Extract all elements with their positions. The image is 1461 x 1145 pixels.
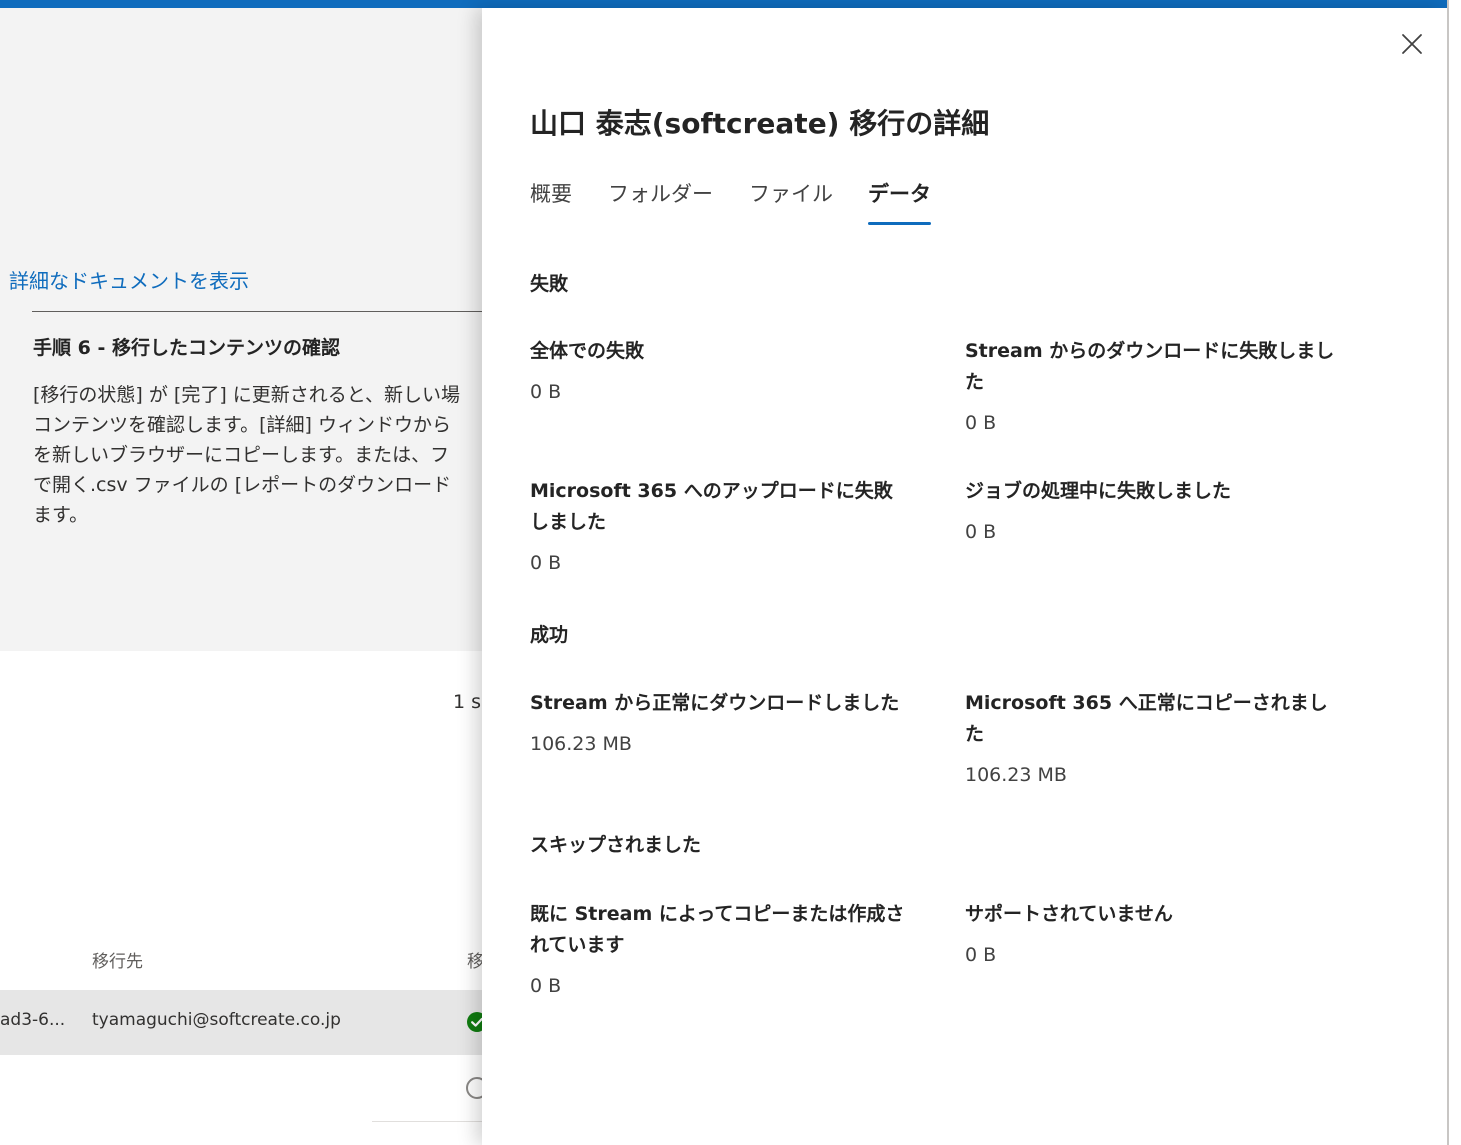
active-tab-indicator (868, 222, 931, 225)
background-page: 詳細なドキュメントを表示 手順 6 - 移行したコンテンツの確認 [移行の状態]… (0, 8, 482, 1145)
column-header-destination[interactable]: 移行先 (92, 947, 143, 972)
divider (32, 311, 482, 312)
metric-job-processing-failed: ジョブの処理中に失敗しました 0 B (965, 476, 1345, 544)
metric-stream-download-failed: Stream からのダウンロードに失敗しました 0 B (965, 336, 1345, 435)
instructions-area (0, 8, 482, 651)
table-row[interactable]: ad3-6... tyamaguchi@softcreate.co.jp (0, 990, 482, 1055)
step-description-line: で開く.csv ファイルの [レポートのダウンロード (33, 474, 452, 496)
metric-value: 106.23 MB (965, 764, 1067, 786)
divider (372, 1121, 482, 1122)
tab-folders[interactable]: フォルダー (608, 178, 713, 208)
section-heading-skipped: スキップされました (530, 834, 702, 856)
metric-already-copied: 既に Stream によってコピーまたは作成されています 0 B (530, 899, 910, 998)
metric-label: 全体での失敗 (530, 340, 645, 362)
metric-value: 0 B (530, 552, 562, 574)
step-description-line: を新しいブラウザーにコピーします。または、フ (33, 444, 450, 466)
step-description-line: ます。 (33, 504, 89, 526)
close-icon[interactable] (1400, 32, 1424, 56)
metric-value: 0 B (965, 944, 997, 966)
metric-label: Stream から正常にダウンロードしました (530, 692, 900, 714)
selection-count: 1 se (453, 691, 482, 713)
step-title: 手順 6 - 移行したコンテンツの確認 (33, 337, 340, 359)
tab-overview[interactable]: 概要 (530, 178, 572, 208)
view-docs-link[interactable]: 詳細なドキュメントを表示 (9, 265, 249, 294)
metric-label: Microsoft 365 へのアップロードに失敗しました (530, 480, 893, 533)
metric-label: 既に Stream によってコピーまたは作成されています (530, 903, 905, 956)
metric-value: 0 B (965, 412, 997, 434)
row-select-radio[interactable] (466, 1077, 482, 1099)
row-id-cell: ad3-6... (0, 1010, 66, 1030)
section-heading-success: 成功 (530, 624, 569, 646)
row-destination-cell: tyamaguchi@softcreate.co.jp (92, 1010, 341, 1030)
metric-value: 0 B (530, 975, 562, 997)
section-heading-failed: 失敗 (530, 273, 569, 295)
tab-data[interactable]: データ (868, 178, 931, 208)
window-gutter (1449, 0, 1461, 1145)
step-description: [移行の状態] が [完了] に更新されると、新しい場 コンテンツを確認します。… (33, 380, 482, 530)
tab-files[interactable]: ファイル (749, 178, 833, 208)
metric-value: 0 B (530, 381, 562, 403)
metric-label: ジョブの処理中に失敗しました (965, 480, 1232, 502)
metric-label: Stream からのダウンロードに失敗しました (965, 340, 1335, 393)
metric-m365-upload-failed: Microsoft 365 へのアップロードに失敗しました 0 B (530, 476, 910, 575)
metric-value: 106.23 MB (530, 733, 632, 755)
metric-unsupported: サポートされていません 0 B (965, 899, 1345, 967)
success-check-icon (467, 1012, 482, 1032)
top-accent-bar (0, 0, 1449, 8)
metric-value: 0 B (965, 521, 997, 543)
metric-label: サポートされていません (965, 903, 1173, 925)
migration-details-panel: 山口 泰志(softcreate) 移行の詳細 概要 フォルダー ファイル デー… (482, 8, 1447, 1145)
metric-m365-copy-success: Microsoft 365 へ正常にコピーされました 106.23 MB (965, 688, 1345, 787)
step-description-line: [移行の状態] が [完了] に更新されると、新しい場 (33, 384, 461, 406)
metric-stream-download-success: Stream から正常にダウンロードしました 106.23 MB (530, 688, 910, 756)
metric-overall-failed: 全体での失敗 0 B (530, 336, 910, 404)
metric-label: Microsoft 365 へ正常にコピーされました (965, 692, 1328, 745)
column-header-status[interactable]: 移 (467, 947, 482, 972)
panel-title: 山口 泰志(softcreate) 移行の詳細 (530, 107, 990, 140)
step-description-line: コンテンツを確認します。[詳細] ウィンドウから (33, 414, 451, 436)
